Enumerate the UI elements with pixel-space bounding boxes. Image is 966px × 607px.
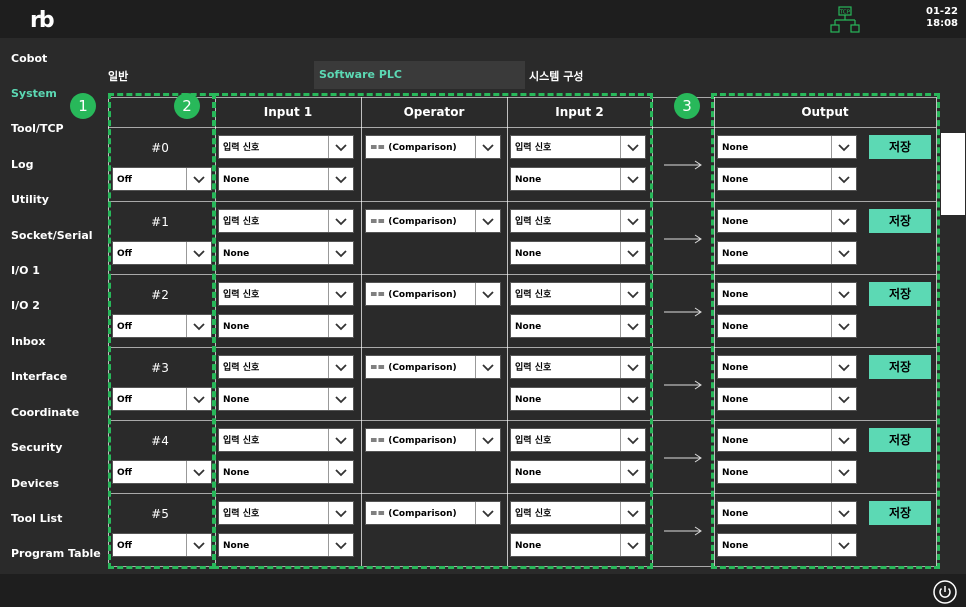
highlight-box-3 <box>711 93 940 569</box>
sidebar-item-inbox[interactable]: Inbox <box>11 335 45 348</box>
sidebar-item-cobot[interactable]: Cobot <box>11 52 47 65</box>
arrow-right-icon <box>664 526 702 536</box>
arrow-right-icon <box>664 453 702 463</box>
sidebar-item-interface[interactable]: Interface <box>11 370 67 383</box>
tab-system-config[interactable]: 시스템 구성 <box>529 68 583 84</box>
sidebar-item-program-table[interactable]: Program Table <box>11 547 101 560</box>
power-icon[interactable] <box>933 580 957 604</box>
sidebar-item-utility[interactable]: Utility <box>11 193 49 206</box>
tcp-label: TCP <box>839 10 851 16</box>
marker-2: 2 <box>174 93 200 119</box>
marker-1: 1 <box>70 93 96 119</box>
sidebar-item-devices[interactable]: Devices <box>11 477 59 490</box>
sidebar-item-system[interactable]: System <box>11 87 57 100</box>
highlight-box-1 <box>108 93 215 569</box>
sidebar-item-tool-tcp[interactable]: Tool/TCP <box>11 122 64 135</box>
time-text: 18:08 <box>926 18 958 29</box>
date-text: 01-22 <box>926 6 958 17</box>
arrow-right-icon <box>664 234 702 244</box>
marker-3: 3 <box>674 93 700 119</box>
sidebar-item-log[interactable]: Log <box>11 158 33 171</box>
tab-general[interactable]: 일반 <box>108 68 128 84</box>
sidebar-item-tool-list[interactable]: Tool List <box>11 512 62 525</box>
tab-software-plc[interactable]: Software PLC <box>319 68 402 81</box>
sidebar-item-coordinate[interactable]: Coordinate <box>11 406 79 419</box>
highlight-box-2 <box>213 93 653 569</box>
sidebar-item-security[interactable]: Security <box>11 441 62 454</box>
sidebar-item-socket-serial[interactable]: Socket/Serial <box>11 229 93 242</box>
datetime: 01-22 18:08 <box>926 6 958 30</box>
arrow-right-icon <box>664 160 702 170</box>
scrollbar-thumb[interactable] <box>941 133 965 215</box>
rb-logo: rb <box>30 8 55 33</box>
arrow-right-icon <box>664 307 702 317</box>
arrow-right-icon <box>664 380 702 390</box>
sidebar-item-i-o-2[interactable]: I/O 2 <box>11 299 40 312</box>
tcp-network-icon[interactable]: TCP <box>828 6 862 34</box>
top-bar: rb TCP 01-22 18:08 <box>0 0 966 38</box>
bottom-bar <box>0 574 966 607</box>
sidebar-item-i-o-1[interactable]: I/O 1 <box>11 264 40 277</box>
